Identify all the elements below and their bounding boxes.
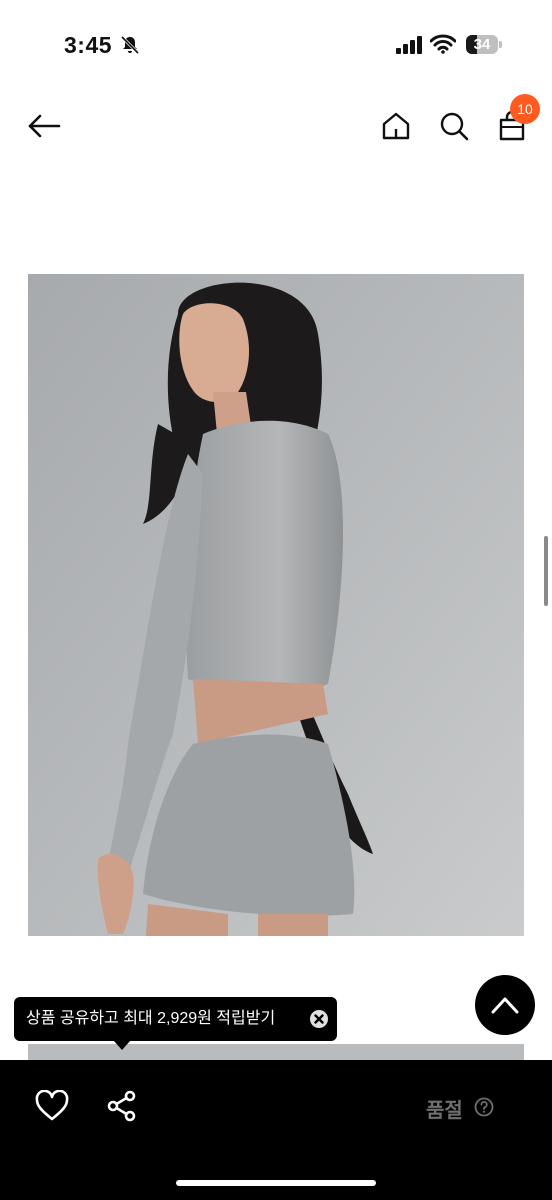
search-icon bbox=[440, 112, 469, 141]
back-arrow-icon bbox=[28, 114, 61, 138]
tooltip-pointer bbox=[114, 1041, 130, 1050]
share-icon bbox=[107, 1090, 136, 1122]
back-button[interactable] bbox=[24, 106, 64, 146]
tooltip-close-button[interactable] bbox=[310, 1010, 328, 1028]
wifi-icon bbox=[430, 34, 456, 54]
chevron-up-icon bbox=[491, 997, 519, 1014]
home-indicator[interactable] bbox=[176, 1180, 376, 1186]
close-icon bbox=[314, 1014, 324, 1024]
search-button[interactable] bbox=[434, 106, 474, 146]
bottom-action-bar: 품절 bbox=[0, 1060, 552, 1200]
tooltip-text: 상품 공유하고 최대 2,929원 적립받기 bbox=[26, 1010, 276, 1027]
help-circle-icon[interactable] bbox=[474, 1097, 494, 1117]
share-reward-tooltip: 상품 공유하고 최대 2,929원 적립받기 bbox=[14, 997, 337, 1041]
share-button[interactable] bbox=[106, 1090, 138, 1122]
product-photo-illustration bbox=[28, 274, 524, 936]
product-photo[interactable] bbox=[28, 274, 524, 936]
battery-indicator: 34 bbox=[466, 35, 502, 54]
top-navigation bbox=[0, 90, 552, 160]
scrollbar-thumb[interactable] bbox=[544, 536, 548, 606]
battery-percent: 34 bbox=[473, 36, 491, 53]
like-button[interactable] bbox=[34, 1089, 70, 1122]
sold-out-label: 품절 bbox=[426, 1100, 463, 1122]
bell-slash-icon bbox=[120, 35, 140, 55]
home-button[interactable] bbox=[376, 106, 416, 146]
status-bar: 3:45 34 bbox=[0, 0, 552, 90]
status-time: 3:45 bbox=[64, 32, 113, 58]
cellular-signal-icon bbox=[396, 36, 422, 54]
heart-icon bbox=[35, 1089, 69, 1121]
scroll-to-top-button[interactable] bbox=[475, 975, 535, 1035]
cart-count-badge: 10 bbox=[510, 94, 540, 124]
home-icon bbox=[382, 112, 410, 140]
